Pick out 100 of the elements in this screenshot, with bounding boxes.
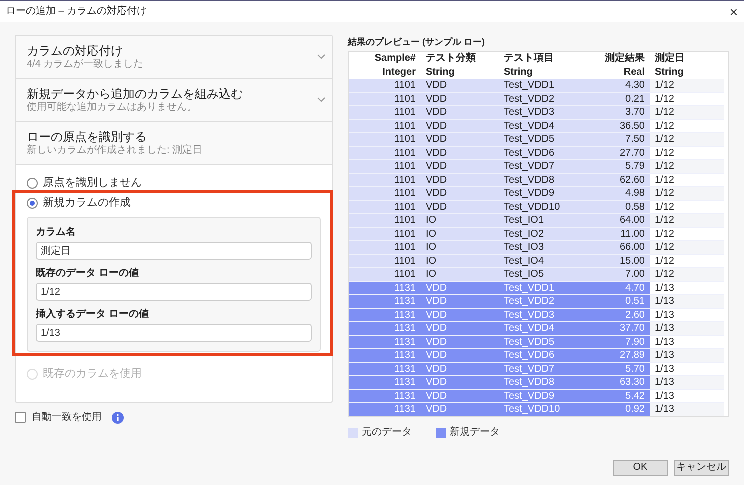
table-cell: 7.90 [574,336,650,349]
section-header[interactable]: 新規データから追加のカラムを組み込む 使用可能な追加カラムはありません。 [16,79,332,122]
section-title: ローの原点を識別する [27,130,148,142]
radio-label: 既存のカラムを使用 [43,366,142,382]
text-field[interactable]: 1/12 [36,283,312,301]
table-cell: 1101 [349,214,421,228]
table-cell: 4.98 [574,187,650,200]
table-cell: VDD [421,133,499,146]
table-cell: Test_VDD5 [499,133,574,146]
table-cell: 1131 [349,403,421,416]
table-cell: 1/12 [650,79,724,92]
table-cell: IO [421,241,499,254]
table-cell: 1/13 [650,308,724,322]
column-header: テスト分類 [425,52,477,66]
field-label: 既存のデータ ローの値 [36,266,140,280]
table-cell: Test_IO5 [499,268,574,282]
section-subtitle: 使用可能な追加カラムはありません。 [27,102,198,112]
table-cell: 4.30 [574,79,650,92]
table-cell: Test_VDD2 [499,295,574,308]
table-cell: 4.70 [574,282,650,295]
table-cell: Test_VDD3 [499,106,574,120]
column-header: テスト項目 [503,52,555,66]
table-cell: VDD [421,295,499,308]
table-cell: Test_VDD2 [499,92,574,106]
table-cell: 15.00 [574,254,650,268]
table-cell: VDD [421,390,499,403]
table-cell: 5.42 [574,390,650,403]
table-cell: 1/13 [650,295,724,308]
table-cell: 37.70 [574,322,650,336]
table-cell: 1101 [349,187,421,200]
table-cell: 0.92 [574,403,650,416]
radio-button[interactable] [27,178,38,188]
section-header[interactable]: カラムの対応付け 4/4 カラムが一致しました [16,36,332,79]
table-cell: 1101 [349,228,421,241]
table-cell: 1/12 [650,120,724,133]
table-cell: 27.89 [574,349,650,362]
preview-title: 結果のプレビュー (サンプル ロー) [348,36,486,50]
text-field[interactable]: 測定日 [36,242,312,260]
table-cell: VDD [421,336,499,349]
column-header: Sample# [374,52,417,66]
table-cell: VDD [421,362,499,376]
close-button[interactable]: × [730,4,738,18]
table-cell: 1131 [349,376,421,390]
table-cell: 1101 [349,92,421,106]
dialog-button[interactable]: キャンセル [674,460,729,476]
table-cell: 2.60 [574,308,650,322]
section-header[interactable]: ローの原点を識別する 新しいカラムが作成されました: 測定日 [16,122,332,165]
table-cell: Test_VDD4 [499,322,574,336]
section-subtitle: 新しいカラムが作成されました: 測定日 [27,146,203,156]
table-cell: 1101 [349,120,421,133]
table-cell: 1101 [349,200,421,214]
table-cell: 66.00 [574,241,650,254]
info-icon[interactable] [112,412,124,424]
table-cell: Test_VDD10 [499,403,574,416]
column-header: Integer [382,66,417,79]
table-cell: 1/13 [650,403,724,416]
chevron-down-icon[interactable] [317,97,326,103]
field-label: 挿入するデータ ローの値 [36,308,150,322]
table-cell: 1/12 [650,254,724,268]
table-cell: 1/12 [650,200,724,214]
table-cell: 1/13 [650,390,724,403]
table-cell: 1/12 [650,133,724,146]
table-cell: VDD [421,120,499,133]
text-field[interactable]: 1/13 [36,324,312,342]
dialog-button[interactable]: OK [613,460,668,476]
table-cell: Test_IO2 [499,228,574,241]
chevron-down-icon[interactable] [317,54,326,60]
radio-button[interactable] [27,198,38,208]
table-cell: 1/13 [650,362,724,376]
table-cell: 1/12 [650,187,724,200]
table-cell: 1/12 [650,92,724,106]
section-subtitle: 4/4 カラムが一致しました [27,60,144,70]
table-cell: 1101 [349,133,421,146]
checkbox-label: 自動一致を使用 [32,411,102,425]
table-cell: VDD [421,187,499,200]
legend-label: 新規データ [450,426,500,440]
table-cell: 1/13 [650,376,724,390]
table-cell: 1101 [349,160,421,174]
table-cell: Test_VDD1 [499,79,574,92]
checkbox[interactable] [15,412,26,423]
table-cell: Test_IO3 [499,241,574,254]
table-cell: Test_IO1 [499,214,574,228]
table-cell: Test_VDD7 [499,362,574,376]
table-cell: IO [421,268,499,282]
table-cell: VDD [421,322,499,336]
table-cell: 1/12 [650,214,724,228]
table-cell: 63.30 [574,376,650,390]
table-cell: Test_VDD10 [499,200,574,214]
table-cell: 5.79 [574,160,650,174]
table-cell: 1101 [349,146,421,160]
table-cell: 0.51 [574,295,650,308]
radio-label: 新規カラムの作成 [43,196,131,211]
table-cell: 1131 [349,362,421,376]
table-cell: 1101 [349,174,421,187]
table-cell: 1/12 [650,160,724,174]
table-cell: Test_VDD1 [499,282,574,295]
table-cell: Test_VDD8 [499,174,574,187]
legend-label: 元のデータ [362,426,412,440]
table-cell: 1/13 [650,282,724,295]
table-cell: 7.00 [574,268,650,282]
